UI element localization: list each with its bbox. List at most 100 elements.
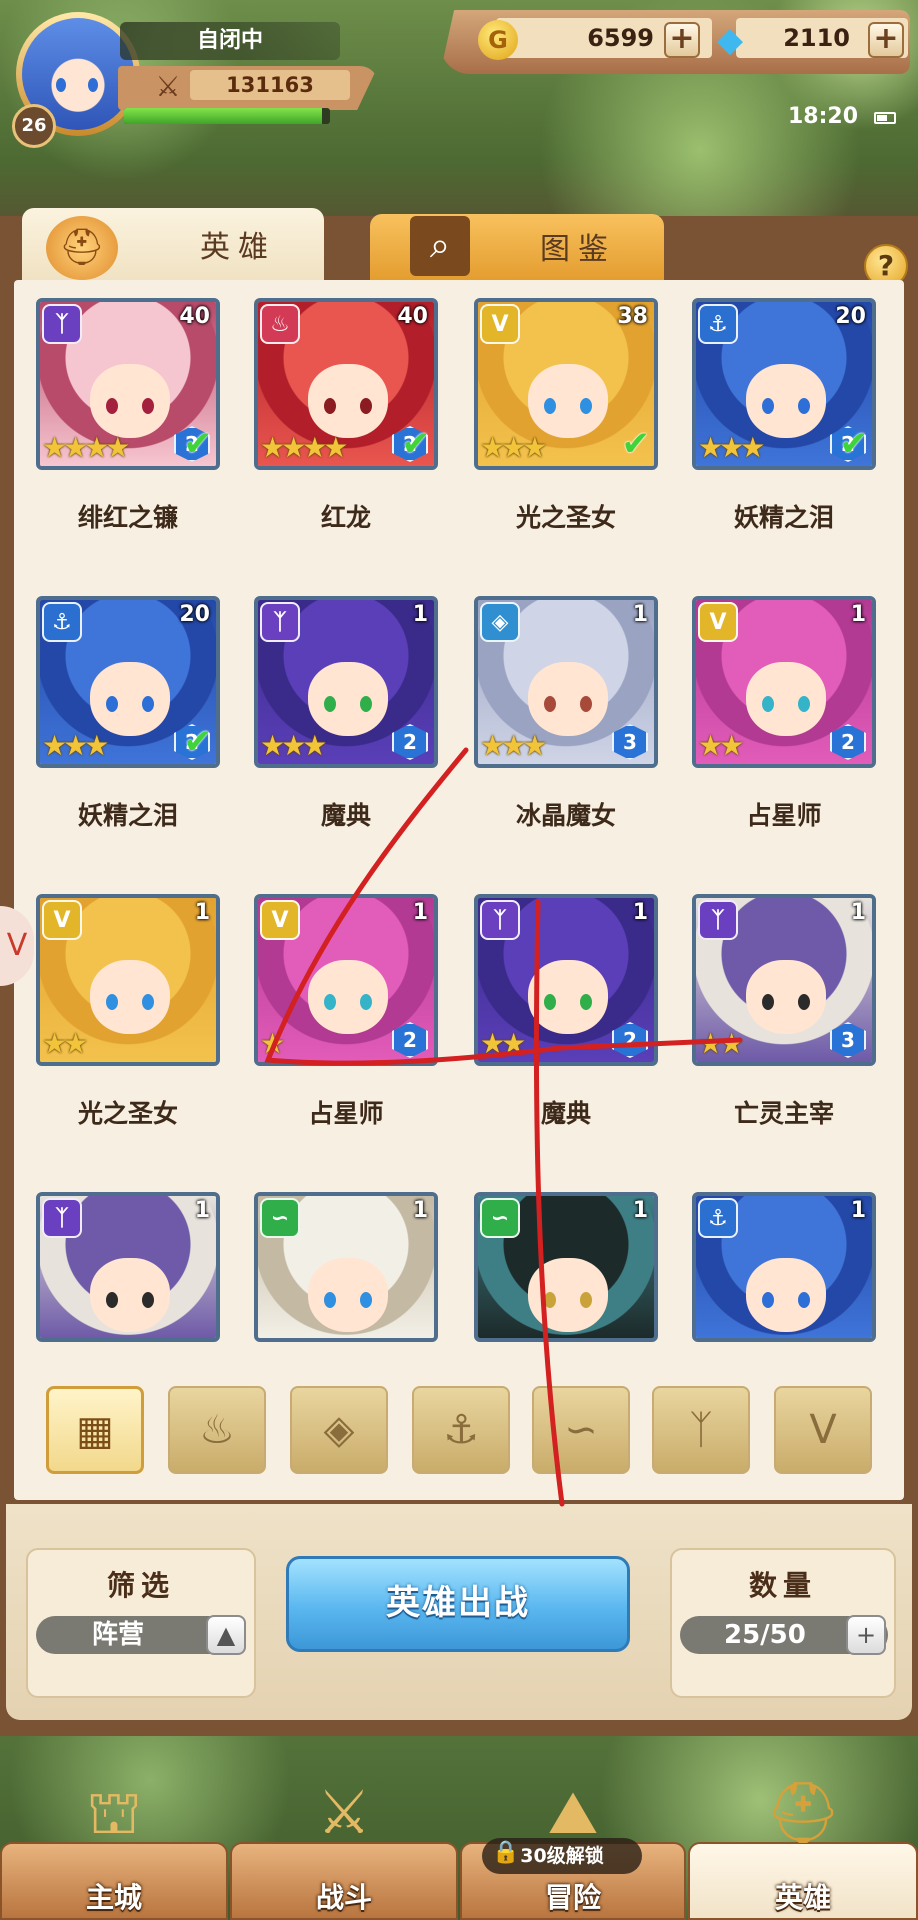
hero-card[interactable]: V 1 ★★ <box>36 894 220 1066</box>
hero-name: 冰晶魔女 <box>515 801 616 830</box>
hero-level: 1 <box>412 900 428 925</box>
light-faction-icon: V <box>698 602 738 642</box>
star-rating: ★★★★ <box>260 431 348 464</box>
hero-face <box>308 364 388 438</box>
filter-crystal-button[interactable]: ◈ <box>290 1386 388 1474</box>
star-rating: ★★ <box>698 729 744 762</box>
hero-level: 1 <box>632 602 648 627</box>
hero-count-box: 数量 25/50 + <box>670 1548 896 1698</box>
grid-icon: ▦ <box>76 1408 114 1454</box>
add-diamond-button[interactable]: + <box>868 22 904 58</box>
hero-face <box>308 662 388 736</box>
hero-face <box>90 662 170 736</box>
shadow-faction-icon: ᛉ <box>698 900 738 940</box>
hero-card[interactable]: V 1 ★ 2 <box>254 894 438 1066</box>
filter-all-button[interactable]: ▦ <box>46 1386 144 1474</box>
crossed-swords-icon: ⚔ <box>317 1778 371 1848</box>
star-rating: ★★★ <box>698 431 765 464</box>
tab-codex[interactable]: ⌕ 图鉴 <box>370 214 664 286</box>
crystal-faction-icon: ◈ <box>480 602 520 642</box>
filter-title: 筛选 <box>106 1569 175 1602</box>
deploy-heroes-button[interactable]: 英雄出战 <box>286 1556 630 1652</box>
hero-card[interactable]: ♨ 40 ★★★★ 2 ✔ <box>254 298 438 470</box>
hero-card[interactable]: ᛉ 40 ★★★★ 2 ✔ <box>36 298 220 470</box>
hero-card[interactable]: V 1 ★★ 2 <box>692 596 876 768</box>
hero-level: 40 <box>179 304 210 329</box>
star-rating: ★ <box>260 1027 285 1060</box>
hero-card[interactable]: ◈ 1 ★★★ 3 <box>474 596 658 768</box>
hero-level: 1 <box>850 900 866 925</box>
shadow-faction-icon: ᛉ <box>260 602 300 642</box>
hero-level: 1 <box>194 1198 210 1223</box>
light-faction-icon: V <box>260 900 300 940</box>
hero-name: 绯红之镰 <box>77 503 178 532</box>
star-rating: ★★ <box>42 1027 88 1060</box>
hero-card[interactable]: ᛉ 1 <box>36 1192 220 1342</box>
hero-level: 1 <box>850 1198 866 1223</box>
beast-faction-icon: ∽ <box>480 1198 520 1238</box>
ocean-faction-icon: ⚓ <box>698 1198 738 1238</box>
hero-name: 魔典 <box>540 1099 591 1128</box>
crystal-faction-icon: ◈ <box>323 1407 355 1453</box>
exp-bar <box>124 108 330 124</box>
hero-helmet-icon: ⛑ <box>764 1778 842 1848</box>
expand-capacity-button[interactable]: + <box>846 1615 886 1655</box>
hero-card[interactable]: ∽ 1 <box>254 1192 438 1342</box>
hero-name: 光之圣女 <box>77 1099 178 1128</box>
hero-level: 1 <box>632 900 648 925</box>
light-faction-icon: V <box>42 900 82 940</box>
magnifier-icon: ⌕ <box>410 216 470 276</box>
checkmark-icon: ✔ <box>839 424 869 464</box>
ocean-faction-icon: ⚓ <box>698 304 738 344</box>
hero-face <box>746 1258 826 1332</box>
battery-icon <box>874 112 896 124</box>
filter-shadow-button[interactable]: ᛉ <box>652 1386 750 1474</box>
tab-heroes-label: 英雄 <box>200 230 276 265</box>
hero-face <box>308 1258 388 1332</box>
hero-card[interactable]: ∽ 1 <box>474 1192 658 1342</box>
hero-name: 光之圣女 <box>515 503 616 532</box>
hero-card[interactable]: ᛉ 1 ★★ 3 <box>692 894 876 1066</box>
hero-face <box>90 960 170 1034</box>
player-level-badge: 26 <box>12 104 56 148</box>
add-gold-button[interactable]: + <box>664 22 700 58</box>
nav-label: 主城 <box>85 1881 142 1914</box>
hero-name: 魔典 <box>320 801 371 830</box>
nav-label: 战斗 <box>315 1881 372 1914</box>
hero-face <box>746 364 826 438</box>
star-rating: ★★★★ <box>42 431 130 464</box>
filter-flame-button[interactable]: ♨ <box>168 1386 266 1474</box>
gold-coin-icon: G <box>478 20 518 60</box>
hero-name: 红龙 <box>320 503 371 532</box>
ocean-faction-icon: ⚓ <box>42 602 82 642</box>
chevron-up-icon[interactable]: ▲ <box>206 1615 246 1655</box>
hero-face <box>308 960 388 1034</box>
hero-face <box>746 960 826 1034</box>
hero-level: 1 <box>412 1198 428 1223</box>
hero-level: 1 <box>850 602 866 627</box>
nav-label: 英雄 <box>774 1881 831 1914</box>
star-rating: ★★★ <box>42 729 109 762</box>
star-rating: ★★★ <box>480 729 547 762</box>
hero-card[interactable]: ᛉ 1 ★★ 2 <box>474 894 658 1066</box>
flame-faction-icon: ♨ <box>260 304 300 344</box>
hero-card[interactable]: ᛉ 1 ★★★ 2 <box>254 596 438 768</box>
tab-heroes[interactable]: ⛑ 英雄 <box>22 208 324 288</box>
light-faction-icon: V <box>480 304 520 344</box>
hero-name: 占星师 <box>308 1099 384 1128</box>
hero-card[interactable]: V 38 ★★★ ✔ <box>474 298 658 470</box>
checkmark-icon: ✔ <box>183 722 213 762</box>
hero-card[interactable]: ⚓ 20 ★★★ 2 ✔ <box>36 596 220 768</box>
exp-fill <box>124 108 322 124</box>
hero-level: 1 <box>632 1198 648 1223</box>
hero-face <box>746 662 826 736</box>
checkmark-icon: ✔ <box>401 424 431 464</box>
filter-ocean-button[interactable]: ⚓ <box>412 1386 510 1474</box>
filter-beast-button[interactable]: ∽ <box>532 1386 630 1474</box>
filter-light-button[interactable]: V <box>774 1386 872 1474</box>
hero-level: 1 <box>412 602 428 627</box>
hero-card[interactable]: ⚓ 1 <box>692 1192 876 1342</box>
hero-face <box>528 364 608 438</box>
hero-level: 20 <box>835 304 866 329</box>
hero-card[interactable]: ⚓ 20 ★★★ 2 ✔ <box>692 298 876 470</box>
